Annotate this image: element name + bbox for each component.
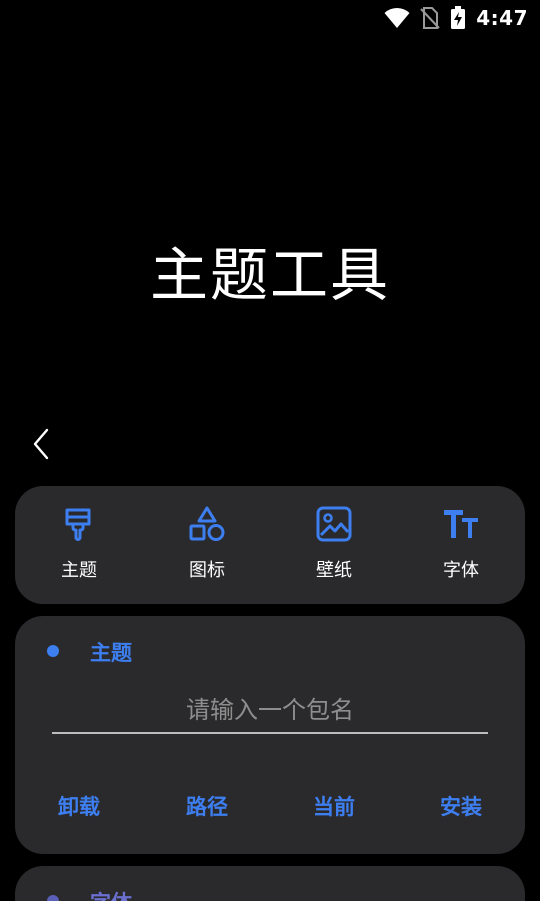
tab-theme-label: 主题 bbox=[61, 560, 97, 581]
font-size-icon bbox=[444, 510, 478, 538]
status-icons: 4:47 bbox=[384, 6, 528, 30]
battery-charging-icon bbox=[451, 6, 466, 29]
status-time: 4:47 bbox=[476, 6, 528, 30]
tab-wallpaper[interactable]: 壁纸 bbox=[279, 504, 389, 586]
wifi-icon bbox=[384, 7, 410, 28]
uninstall-button[interactable]: 卸载 bbox=[24, 791, 134, 821]
paint-brush-icon bbox=[65, 508, 91, 541]
current-button[interactable]: 当前 bbox=[279, 791, 389, 821]
section-dot bbox=[47, 895, 59, 901]
theme-section-title: 主题 bbox=[90, 641, 132, 665]
path-button[interactable]: 路径 bbox=[152, 791, 262, 821]
tab-icons-label: 图标 bbox=[189, 560, 225, 581]
font-section-card: 字体 bbox=[15, 866, 525, 901]
back-button[interactable] bbox=[26, 426, 56, 462]
install-button[interactable]: 安装 bbox=[406, 791, 516, 821]
image-icon bbox=[316, 506, 352, 542]
tab-wallpaper-label: 壁纸 bbox=[316, 560, 352, 581]
tab-icons[interactable]: 图标 bbox=[152, 504, 262, 586]
status-bar: 4:47 bbox=[0, 0, 540, 36]
font-section-title: 字体 bbox=[90, 887, 132, 901]
no-sim-icon bbox=[420, 7, 440, 29]
page-title: 主题工具 bbox=[149, 241, 390, 309]
category-tabs-card: 主题 图标 壁纸 字体 bbox=[15, 486, 525, 604]
tab-font[interactable]: 字体 bbox=[406, 504, 516, 586]
chevron-left-icon bbox=[33, 428, 49, 460]
shapes-icon bbox=[189, 506, 225, 541]
package-name-input[interactable] bbox=[52, 688, 488, 734]
theme-section-card: 主题 卸载 路径 当前 安装 bbox=[15, 616, 525, 854]
tab-theme[interactable]: 主题 bbox=[24, 504, 134, 586]
tab-font-label: 字体 bbox=[443, 560, 479, 581]
section-dot bbox=[47, 645, 59, 657]
